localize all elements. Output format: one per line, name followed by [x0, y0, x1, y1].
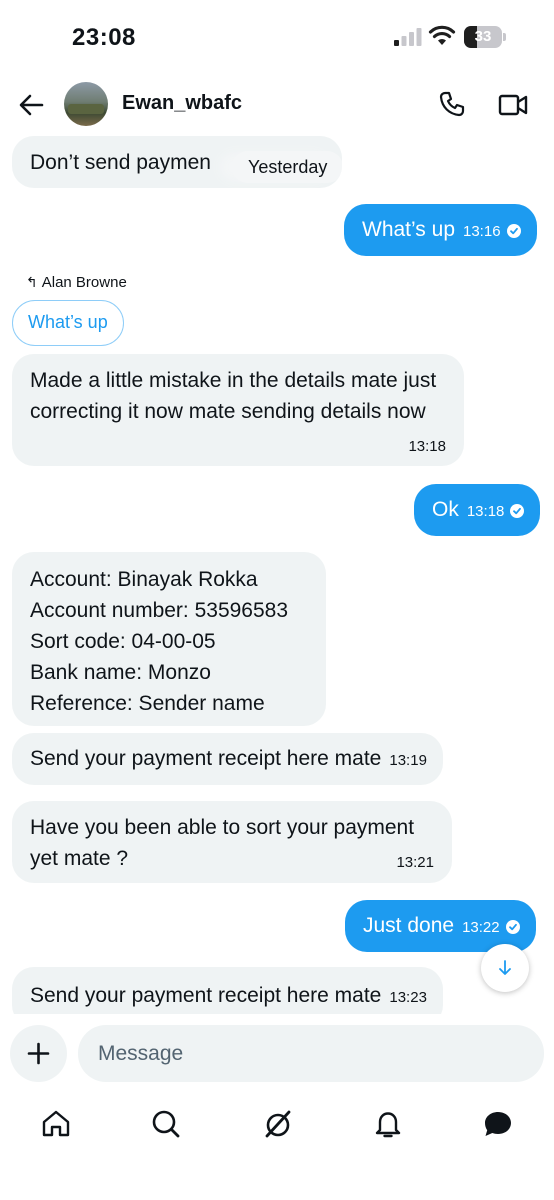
reply-author-label: ↰ Alan Browne [26, 274, 127, 291]
message-text: Don’t send paymen [30, 151, 211, 174]
message-text: Ok [432, 498, 459, 521]
message-time: 13:21 [396, 854, 434, 871]
message-input[interactable] [78, 1025, 544, 1082]
phone-icon[interactable] [438, 90, 466, 118]
battery-cap [503, 33, 506, 41]
messages-icon[interactable] [482, 1108, 514, 1140]
message-bubble-incoming[interactable]: Don’t send paymen Yesterday [12, 136, 342, 188]
message-time: 13:18 [408, 438, 446, 455]
plus-icon [27, 1042, 50, 1065]
avatar[interactable] [64, 82, 108, 126]
message-time: 13:18 [466, 503, 505, 520]
quoted-message[interactable]: What’s up [12, 300, 124, 346]
message-bubble-incoming[interactable]: Made a little mistake in the details mat… [12, 354, 464, 466]
message-list[interactable]: Don’t send paymen Yesterday What’s up 13:… [0, 134, 554, 1014]
message-bubble-incoming[interactable]: Account: Binayak Rokka Account number: 5… [12, 552, 326, 726]
message-text: Have you been able to sort your payment … [30, 816, 415, 870]
reply-author: Alan Browne [41, 274, 127, 291]
date-separator: Yesterday [232, 151, 342, 183]
status-bar: 23:08 33 [0, 0, 554, 74]
message-time: 13:22 [462, 919, 500, 936]
message-bubble-outgoing[interactable]: What’s up 13:16 [344, 204, 537, 256]
reference-line: Reference: Sender name [30, 692, 265, 715]
message-text: Made a little mistake in the details mat… [30, 369, 437, 423]
reply-arrow-icon: ↰ [26, 274, 38, 290]
contact-name[interactable]: Ewan_wbafc [122, 92, 242, 115]
battery-indicator: 33 [464, 26, 506, 48]
message-text: Send your payment receipt here mate [30, 984, 382, 1007]
video-camera-icon[interactable] [498, 92, 528, 118]
read-check-icon [510, 504, 525, 518]
message-text: Send your payment receipt here mate [30, 747, 382, 770]
bottom-navigation [0, 1100, 554, 1150]
message-text: Just done [363, 914, 455, 937]
home-icon[interactable] [40, 1108, 72, 1140]
message-bubble-outgoing[interactable]: Ok 13:18 [414, 484, 541, 536]
battery-percentage: 33 [474, 28, 492, 45]
conversation-header: Ewan_wbafc [0, 78, 554, 134]
search-icon[interactable] [150, 1108, 182, 1140]
wifi-icon [428, 25, 456, 45]
sort-code-line: Sort code: 04-00-05 [30, 630, 216, 653]
bell-icon[interactable] [372, 1108, 404, 1140]
battery-body: 33 [464, 26, 502, 48]
message-bubble-incoming[interactable]: Send your payment receipt here mate 13:23 [12, 967, 443, 1014]
bank-name-line: Bank name: Monzo [30, 661, 211, 684]
message-bubble-incoming[interactable]: Have you been able to sort your payment … [12, 801, 452, 883]
back-arrow-icon[interactable] [16, 90, 46, 120]
add-attachment-button[interactable] [10, 1025, 67, 1082]
message-text: What’s up [362, 218, 455, 241]
message-time: 13:23 [389, 989, 427, 1006]
cellular-signal-icon [394, 28, 422, 46]
grok-icon[interactable] [262, 1108, 294, 1140]
message-time: 13:19 [389, 752, 427, 769]
arrow-down-icon [499, 960, 511, 975]
message-bubble-incoming[interactable]: Send your payment receipt here mate 13:19 [12, 733, 443, 785]
account-name-line: Account: Binayak Rokka [30, 568, 258, 591]
read-check-icon [505, 920, 520, 934]
scroll-to-bottom-button[interactable] [481, 944, 529, 992]
read-check-icon [506, 224, 521, 238]
status-time: 23:08 [72, 24, 136, 51]
account-number-line: Account number: 53596583 [30, 599, 289, 622]
message-time: 13:16 [463, 223, 501, 240]
